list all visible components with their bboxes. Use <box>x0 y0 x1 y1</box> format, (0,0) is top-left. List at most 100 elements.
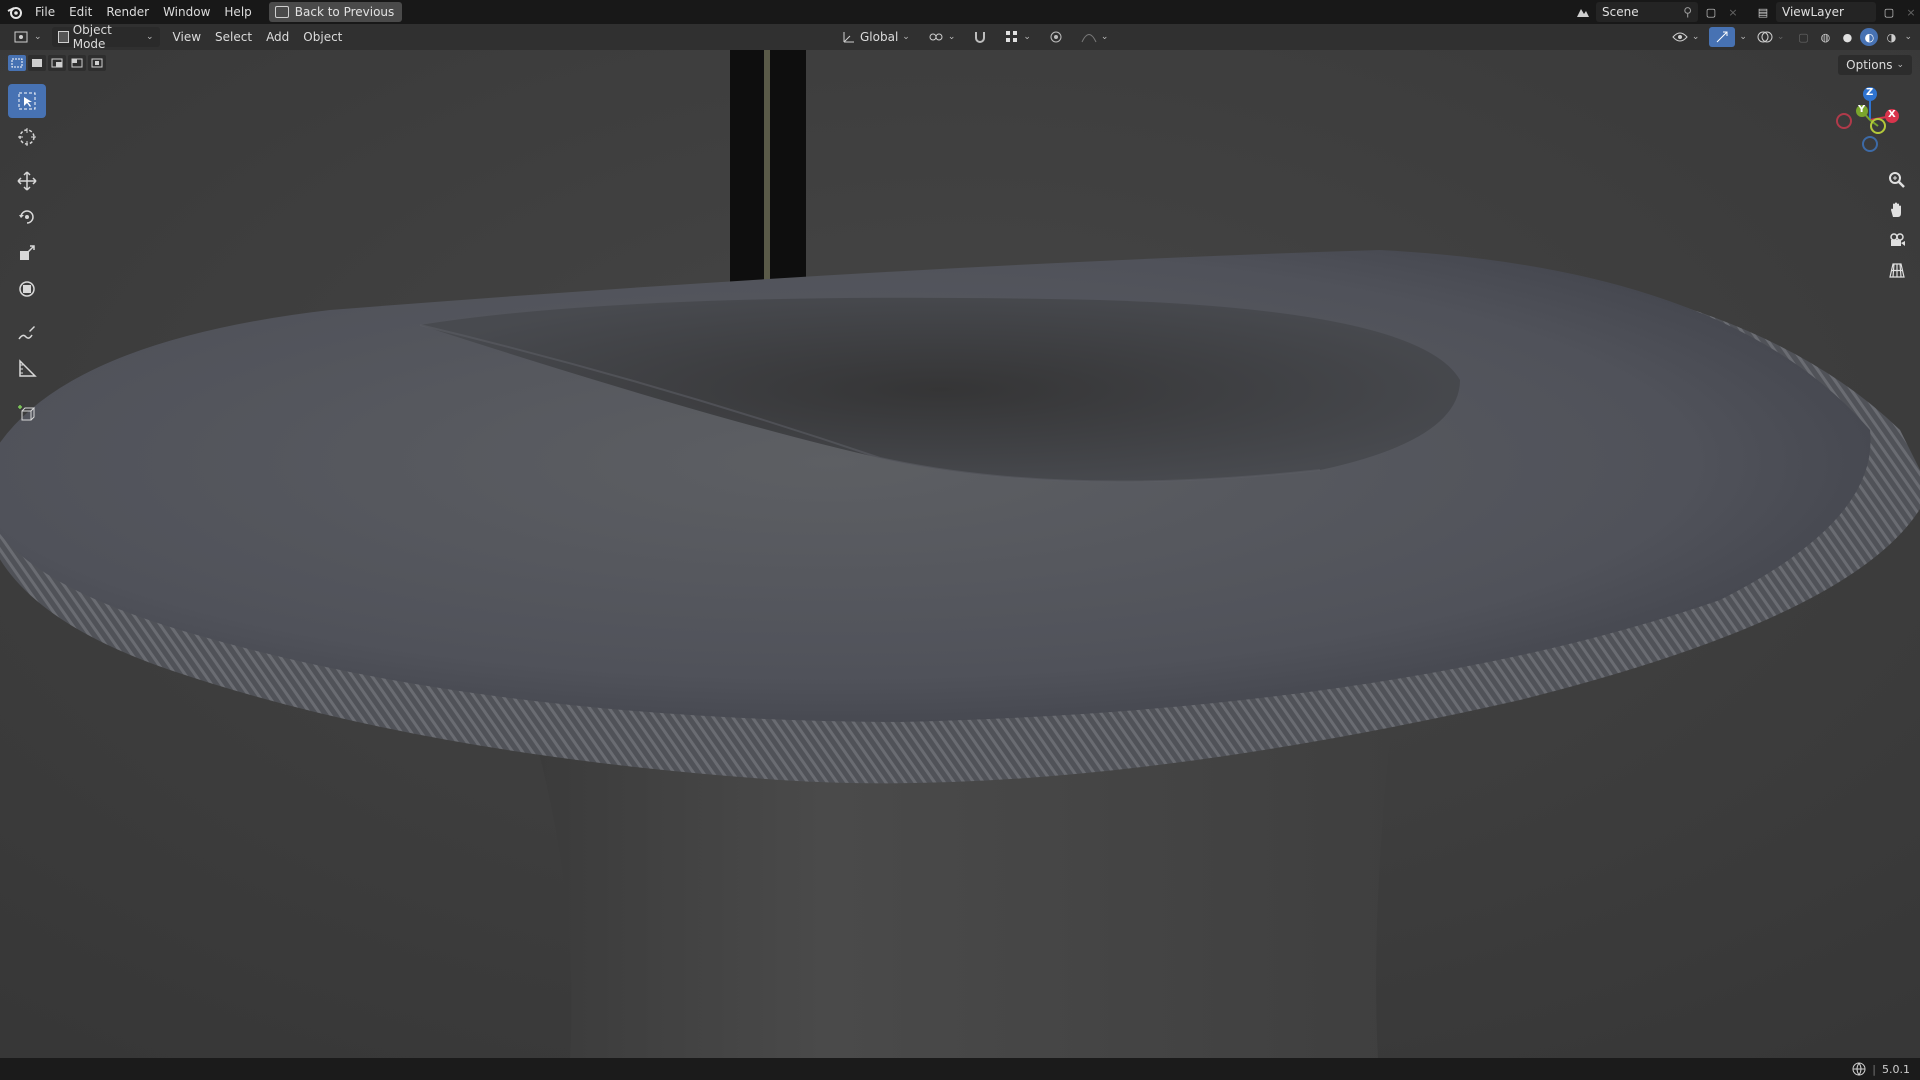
viewport-header: ⌄ Object Mode ⌄ View Select Add Object G… <box>0 23 1920 51</box>
network-globe-icon[interactable] <box>1852 1062 1866 1076</box>
scene-name: Scene <box>1602 5 1639 19</box>
scene-selector-icon[interactable] <box>1574 3 1592 21</box>
transform-tool[interactable] <box>8 272 46 306</box>
transform-orientation-dropdown[interactable]: Global ⌄ <box>836 27 916 47</box>
header-menu-select[interactable]: Select <box>208 27 259 47</box>
navigation-gizmo[interactable]: Z Y X <box>1828 86 1904 166</box>
scale-tool[interactable] <box>8 236 46 270</box>
blender-logo-icon[interactable] <box>2 0 28 24</box>
ruler-icon <box>19 359 37 377</box>
3d-cursor-icon <box>18 128 36 146</box>
scene-name-field[interactable]: Scene ⚲ <box>1596 2 1698 22</box>
3d-viewport[interactable]: Options ⌄ Z Y X <box>0 50 1920 1058</box>
select-box-tool[interactable] <box>8 84 46 118</box>
move-tool[interactable] <box>8 164 46 198</box>
solid-shading-icon[interactable]: ● <box>1838 28 1856 46</box>
pivot-icon <box>929 33 943 41</box>
editor-type-button[interactable]: ⌄ <box>8 27 48 47</box>
rendered-shading-icon[interactable]: ◑ <box>1882 28 1900 46</box>
pan-hand-icon[interactable] <box>1884 198 1910 222</box>
remove-view-layer-icon[interactable]: × <box>1902 3 1920 21</box>
pin-icon[interactable]: ⚲ <box>1683 5 1692 19</box>
options-label: Options <box>1846 58 1893 72</box>
proportional-edit-icon <box>1050 31 1062 43</box>
back-to-previous-label: Back to Previous <box>294 5 395 19</box>
visibility-button[interactable]: ⌄ <box>1666 27 1706 47</box>
header-menu-view[interactable]: View <box>166 27 208 47</box>
annotate-tool[interactable] <box>8 316 46 350</box>
transform-orientation-label: Global <box>860 30 899 44</box>
viewport-scene <box>0 50 1920 1058</box>
scale-icon <box>20 245 35 260</box>
magnet-icon <box>975 32 986 43</box>
header-menu-object[interactable]: Object <box>296 27 349 47</box>
perspective-grid-icon[interactable] <box>1884 258 1910 282</box>
menu-window[interactable]: Window <box>156 2 217 22</box>
zoom-icon[interactable] <box>1884 168 1910 192</box>
snap-toggle[interactable] <box>967 27 993 47</box>
gizmo-label-y: Y <box>1858 104 1866 115</box>
version-label: 5.0.1 <box>1882 1062 1910 1076</box>
selection-mode-group <box>8 55 106 71</box>
falloff-button[interactable]: ⌄ <box>1075 27 1115 47</box>
mode-dropdown[interactable]: Object Mode ⌄ <box>51 23 160 51</box>
proportional-edit-toggle[interactable] <box>1043 27 1069 47</box>
select-subtract-icon[interactable] <box>48 55 66 71</box>
overlay-toggle[interactable]: ⌄ <box>1751 27 1791 47</box>
eye-icon <box>1672 32 1688 42</box>
view-layer-name: ViewLayer <box>1782 5 1844 19</box>
menu-edit[interactable]: Edit <box>62 2 99 22</box>
menu-help[interactable]: Help <box>217 2 258 22</box>
select-invert-icon[interactable] <box>68 55 86 71</box>
options-dropdown[interactable]: Options ⌄ <box>1838 55 1912 75</box>
cursor-tool[interactable] <box>8 120 46 154</box>
viewport-display-controls: ⌄ ⌄ ⌄ ▢ ◍ ● ◐ ◑ ⌄ <box>1666 27 1912 47</box>
gizmo-label-z: Z <box>1866 87 1874 98</box>
select-intersect-icon[interactable] <box>88 55 106 71</box>
move-arrows-icon <box>17 171 37 191</box>
remove-scene-icon[interactable]: × <box>1724 3 1742 21</box>
chevron-down-icon: ⌄ <box>146 32 154 42</box>
editor-type-icon <box>14 31 28 43</box>
pivot-point-button[interactable]: ⌄ <box>922 27 962 47</box>
tool-shelf <box>8 84 46 430</box>
axis-gizmo-icon <box>1836 87 1899 152</box>
object-mode-icon <box>57 31 69 43</box>
status-bar: | 5.0.1 <box>0 1058 1920 1080</box>
add-cube-tool[interactable] <box>8 396 46 430</box>
new-scene-icon[interactable]: ▢ <box>1702 3 1720 21</box>
view-layer-field[interactable]: ViewLayer <box>1776 2 1876 22</box>
status-separator: | <box>1872 1062 1876 1076</box>
view-layer-icon[interactable]: ▤ <box>1754 3 1772 21</box>
camera-view-icon[interactable] <box>1884 228 1910 252</box>
navigation-buttons <box>1884 168 1910 282</box>
select-new-icon[interactable] <box>8 55 26 71</box>
menu-render[interactable]: Render <box>99 2 156 22</box>
menu-file[interactable]: File <box>28 2 62 22</box>
select-extend-icon[interactable] <box>28 55 46 71</box>
new-view-layer-icon[interactable]: ▢ <box>1880 3 1898 21</box>
select-cursor-icon <box>18 92 36 110</box>
xray-toggle-icon[interactable]: ▢ <box>1794 28 1812 46</box>
gizmo-label-x: X <box>1888 109 1896 120</box>
material-shading-icon[interactable]: ◐ <box>1860 28 1879 46</box>
gizmo-toggle[interactable] <box>1709 27 1736 47</box>
orientation-icon <box>843 32 854 43</box>
top-right-controls: Scene ⚲ ▢ × ▤ ViewLayer ▢ × <box>1574 0 1920 24</box>
falloff-curve-icon <box>1081 34 1097 43</box>
gizmo-dropdown-icon[interactable]: ⌄ <box>1739 32 1747 42</box>
pencil-icon <box>18 326 35 340</box>
rotate-icon <box>19 210 34 224</box>
header-menu-add[interactable]: Add <box>259 27 296 47</box>
snap-grid-icon <box>1006 31 1018 42</box>
shading-dropdown-icon[interactable]: ⌄ <box>1904 32 1912 42</box>
gizmo-icon <box>1717 31 1728 43</box>
back-to-previous-button[interactable]: Back to Previous <box>268 2 403 22</box>
pole-object <box>730 50 806 303</box>
measure-tool[interactable] <box>8 352 46 386</box>
transform-icon <box>19 281 35 297</box>
rotate-tool[interactable] <box>8 200 46 234</box>
wireframe-shading-icon[interactable]: ◍ <box>1816 28 1834 46</box>
overlay-icon <box>1757 31 1773 43</box>
snap-target-button[interactable]: ⌄ <box>999 27 1037 47</box>
